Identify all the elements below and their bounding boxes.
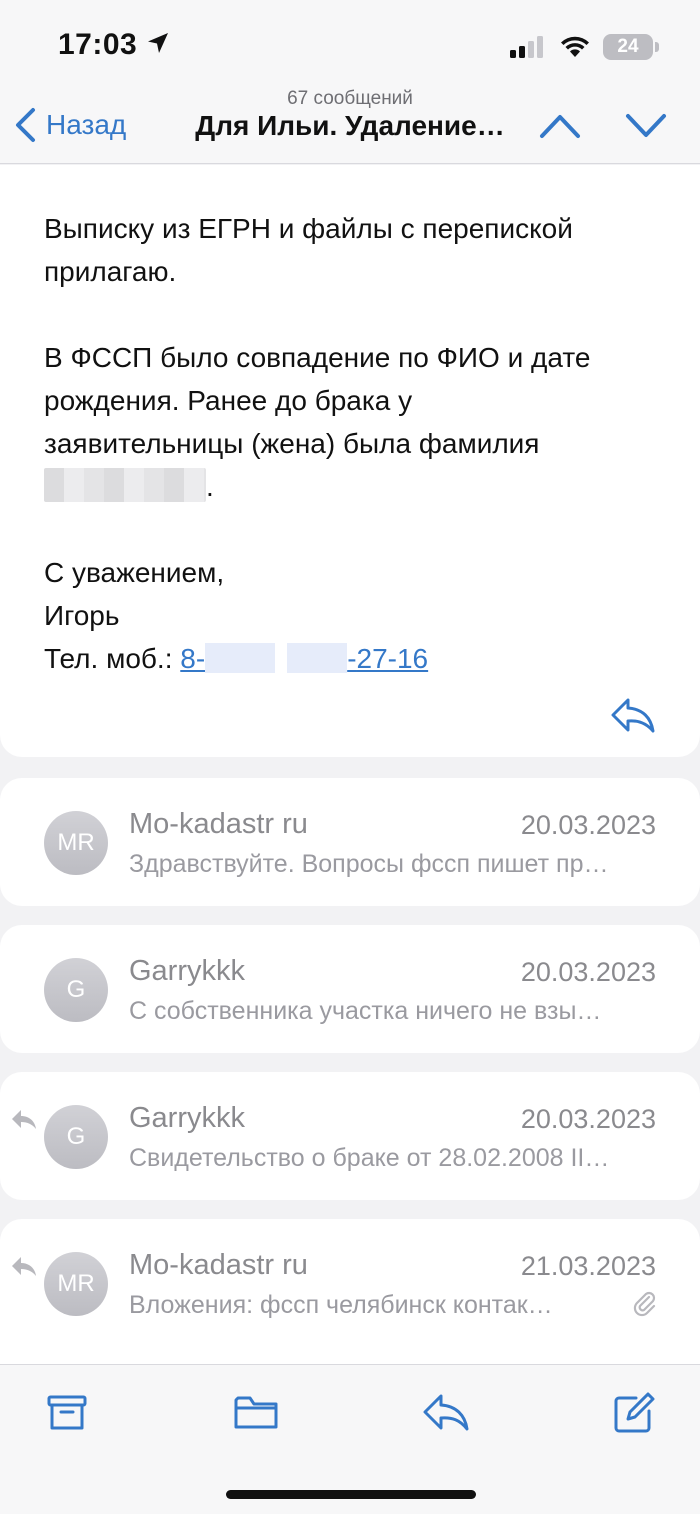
archive-icon[interactable] (46, 1391, 88, 1433)
replied-icon (12, 1110, 36, 1129)
phone-link[interactable]: 8- -27-16 (180, 643, 428, 674)
thread-message-item[interactable]: G Garrykkk 20.03.2023 Свидетельство о бр… (0, 1072, 700, 1200)
thread-message-item[interactable]: MR Mo-kadastr ru 20.03.2023 Здравствуйте… (0, 778, 700, 906)
phone-dash: - (347, 643, 357, 674)
status-bar: 17:03 24 (0, 0, 700, 88)
back-label: Назад (46, 109, 127, 140)
battery-level: 24 (617, 36, 639, 57)
sender-name: Garrykkk (129, 1102, 245, 1134)
body-line: прилагаю. (44, 256, 177, 287)
message-preview: Здравствуйте. Вопросы фссп пишет пр… (129, 850, 609, 878)
wifi-icon (561, 36, 589, 57)
reply-icon[interactable] (422, 1391, 470, 1433)
navigation-bar: Назад 67 сообщений Для Ильи. Удаление… (0, 88, 700, 164)
message-date: 21.03.2023 (520, 1251, 656, 1281)
body-line: рождения. Ранее до брака у (44, 385, 413, 416)
phone-prefix: 8- (180, 643, 206, 674)
avatar: G (44, 1105, 108, 1169)
message-preview: Свидетельство о браке от 28.02.2008 II… (129, 1144, 610, 1172)
signature: С уважением, Игорь Тел. моб.: 8- -27-16 (44, 551, 664, 680)
email-body-card: Выписку из ЕГРН и файлы с перепиской при… (0, 165, 700, 757)
body-period: . (206, 471, 214, 502)
replied-icon (12, 1257, 36, 1276)
message-date: 20.03.2023 (520, 810, 656, 840)
chevron-down-icon[interactable] (624, 108, 668, 142)
chevron-up-icon[interactable] (538, 108, 582, 142)
avatar: G (44, 958, 108, 1022)
body-line: В ФССП было совпадение по ФИО и дате (44, 342, 591, 373)
signature-greeting: С уважением, (44, 557, 225, 588)
back-button[interactable]: Назад (14, 102, 126, 148)
thread-message-item[interactable]: G Garrykkk 20.03.2023 С собственника уча… (0, 925, 700, 1053)
sender-name: Mo-kadastr ru (129, 1249, 308, 1281)
redacted-phone-part (287, 643, 348, 673)
paperclip-icon (633, 1291, 656, 1317)
avatar: MR (44, 1252, 108, 1316)
reply-icon[interactable] (610, 695, 656, 735)
body-line: . (44, 465, 664, 508)
chevron-left-icon (16, 108, 35, 142)
paragraph-fssp: В ФССП было совпадение по ФИО и дате рож… (44, 336, 664, 508)
home-indicator[interactable] (226, 1490, 476, 1499)
redacted-phone-gap (275, 643, 287, 673)
thread-title: Для Ильи. Удаление… (195, 110, 505, 141)
redacted-phone-part (205, 643, 276, 673)
signature-phone: Тел. моб.: 8- -27-16 (44, 637, 664, 680)
email-body-text: Выписку из ЕГРН и файлы с перепиской при… (44, 207, 664, 723)
message-preview: С собственника участка ничего не взы… (129, 997, 602, 1025)
avatar: MR (44, 811, 108, 875)
phone-suffix: 27-16 (356, 643, 429, 674)
redacted-surname (44, 468, 206, 502)
signature-name: Игорь (44, 600, 120, 631)
cellular-signal-icon (510, 36, 543, 58)
location-arrow-icon (148, 33, 168, 53)
paragraph-attachments: Выписку из ЕГРН и файлы с перепиской при… (44, 207, 664, 293)
message-date: 20.03.2023 (520, 957, 656, 987)
message-count: 67 сообщений (287, 88, 413, 109)
body-line: заявительницы (жена) была фамилия (44, 428, 540, 459)
battery-cap (655, 42, 659, 52)
folder-icon[interactable] (233, 1391, 279, 1433)
message-preview: Вложения: фссп челябинск контак… (129, 1291, 553, 1319)
compose-icon[interactable] (612, 1391, 656, 1435)
battery-icon: 24 (603, 34, 653, 60)
phone-label: Тел. моб.: (44, 643, 181, 674)
status-time: 17:03 (58, 28, 138, 61)
body-line: Выписку из ЕГРН и файлы с перепиской (44, 213, 573, 244)
sender-name: Mo-kadastr ru (129, 808, 308, 840)
thread-message-item[interactable]: MR Mo-kadastr ru 21.03.2023 Вложения: фс… (0, 1219, 700, 1365)
sender-name: Garrykkk (129, 955, 245, 987)
message-date: 20.03.2023 (520, 1104, 656, 1134)
